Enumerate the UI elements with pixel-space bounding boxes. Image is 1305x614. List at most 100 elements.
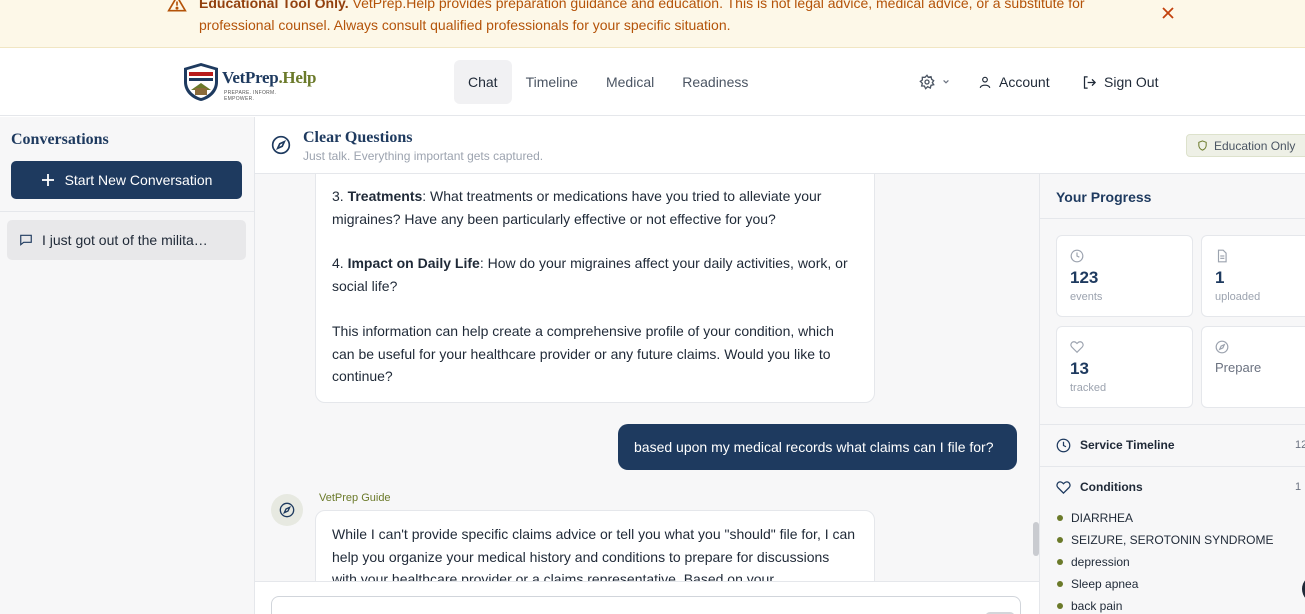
- stat-tracked-label: tracked: [1070, 382, 1107, 394]
- item3-number: 3.: [332, 188, 348, 204]
- service-timeline-count: 12: [1295, 439, 1305, 451]
- education-only-badge: Education Only: [1186, 134, 1305, 157]
- bullet-dot: [1057, 537, 1063, 543]
- condition-label: DIARRHEA: [1071, 511, 1134, 525]
- logout-icon: [1083, 75, 1097, 89]
- message-item-4: 4. Impact on Daily Life: How do your mig…: [332, 252, 858, 297]
- warning-triangle-icon: [167, 0, 187, 12]
- condition-item: SEIZURE, SEROTONIN SYNDROME: [1057, 529, 1273, 551]
- condition-item: back pain: [1057, 595, 1273, 614]
- logo-tagline: PREPARE. INFORM. EMPOWER.: [224, 90, 277, 102]
- disclaimer-bold: Educational Tool Only.: [199, 0, 349, 11]
- condition-label: back pain: [1071, 599, 1123, 613]
- disclaimer-banner: Educational Tool Only. VetPrep.Help prov…: [0, 0, 1305, 48]
- chat-header: Clear Questions Just talk. Everything im…: [255, 117, 1305, 174]
- shield-icon: [1198, 140, 1207, 151]
- conditions-label: Conditions: [1080, 480, 1143, 494]
- nav-medical[interactable]: Medical: [592, 60, 668, 104]
- service-timeline-section[interactable]: Service Timeline 12: [1040, 424, 1305, 466]
- condition-label: depression: [1071, 555, 1130, 569]
- account-link[interactable]: Account: [978, 72, 1050, 92]
- account-label: Account: [999, 74, 1050, 90]
- stat-events-value: 123: [1070, 268, 1099, 287]
- logo[interactable]: VetPrep.Help PREPARE. INFORM. EMPOWER.: [182, 60, 316, 104]
- plus-icon: [41, 174, 54, 186]
- disclaimer-text: Educational Tool Only. VetPrep.Help prov…: [199, 0, 1119, 36]
- progress-panel: Your Progress 123 events 1 uploaded 13 t…: [1039, 174, 1305, 614]
- item3-heading: Treatments: [347, 188, 423, 204]
- message-closing: This information can help create a compr…: [332, 322, 834, 385]
- stat-prepare-label: Prepare: [1215, 360, 1262, 375]
- guide-label: VetPrep Guide: [319, 492, 391, 504]
- stat-tracked[interactable]: 13 tracked: [1056, 326, 1193, 408]
- user-message: based upon my medical records what claim…: [618, 424, 1017, 470]
- compass-icon: [1215, 340, 1229, 354]
- clock-icon: [1056, 438, 1071, 452]
- nav-timeline[interactable]: Timeline: [512, 60, 592, 104]
- conditions-section[interactable]: Conditions 1: [1040, 466, 1305, 508]
- sign-out-label: Sign Out: [1104, 74, 1159, 90]
- assistant-message: While I can't provide specific claims ad…: [315, 510, 875, 581]
- progress-divider: [1040, 218, 1305, 219]
- guide-avatar: [271, 494, 303, 526]
- bullet-dot: [1057, 515, 1063, 521]
- conversation-item[interactable]: I just got out of the military and: [7, 220, 246, 260]
- education-only-label: Education Only: [1214, 138, 1296, 153]
- gear-icon: [919, 74, 935, 90]
- sidebar-title: Conversations: [11, 131, 109, 148]
- main-nav: Chat Timeline Medical Readiness: [454, 60, 762, 104]
- progress-title: Your Progress: [1056, 189, 1152, 205]
- settings-dropdown[interactable]: [919, 72, 957, 92]
- compass-icon: [271, 135, 291, 155]
- conversations-sidebar: Conversations Start New Conversation I j…: [0, 117, 255, 614]
- stat-prepare[interactable]: Prepare: [1201, 326, 1305, 408]
- bullet-dot: [1057, 603, 1063, 609]
- condition-label: Sleep apnea: [1071, 577, 1139, 591]
- document-icon: [1217, 249, 1227, 263]
- nav-readiness[interactable]: Readiness: [668, 60, 762, 104]
- close-icon[interactable]: [1160, 5, 1176, 21]
- nav-chat[interactable]: Chat: [454, 60, 512, 104]
- user-icon: [979, 76, 991, 89]
- service-timeline-label: Service Timeline: [1080, 438, 1175, 452]
- chat-title: Clear Questions: [303, 129, 413, 146]
- conditions-list: DIARRHEA SEIZURE, SEROTONIN SYNDROME dep…: [1057, 507, 1273, 614]
- logo-name-part2: .Help: [278, 68, 317, 87]
- composer: [255, 581, 1039, 614]
- message-list[interactable]: 3. Treatments: What treatments or medica…: [255, 174, 1039, 581]
- message-icon: [20, 234, 32, 246]
- stat-events-label: events: [1070, 291, 1103, 303]
- start-new-conversation-label: Start New Conversation: [64, 172, 213, 188]
- chat-subtitle: Just talk. Everything important gets cap…: [303, 149, 544, 163]
- logo-name: VetPrep.Help: [222, 68, 316, 88]
- bullet-dot: [1057, 581, 1063, 587]
- item4-number: 4.: [332, 255, 348, 272]
- clock-icon: [1070, 249, 1084, 263]
- chevron-down-icon: [943, 79, 949, 84]
- message-input[interactable]: [271, 596, 1021, 614]
- sidebar-divider: [0, 211, 254, 212]
- condition-label: SEIZURE, SEROTONIN SYNDROME: [1071, 533, 1274, 547]
- top-header: VetPrep.Help PREPARE. INFORM. EMPOWER. C…: [0, 48, 1305, 116]
- stat-uploaded[interactable]: 1 uploaded: [1201, 235, 1305, 317]
- conversation-title: I just got out of the military and: [42, 232, 212, 248]
- stat-uploaded-label: uploaded: [1215, 291, 1261, 303]
- condition-item: Sleep apnea: [1057, 573, 1273, 595]
- bullet-dot: [1057, 559, 1063, 565]
- heart-icon: [1056, 480, 1071, 494]
- conditions-count: 1: [1295, 481, 1302, 493]
- logo-seal-icon: [184, 63, 218, 101]
- compass-icon: [279, 502, 295, 518]
- start-new-conversation-button[interactable]: Start New Conversation: [11, 161, 242, 199]
- stat-events[interactable]: 123 events: [1056, 235, 1193, 317]
- message-item-3: 3. Treatments: What treatments or medica…: [332, 185, 858, 230]
- item4-heading: Impact on Daily Life: [347, 255, 480, 272]
- stat-uploaded-value: 1: [1215, 268, 1225, 287]
- sign-out-button[interactable]: Sign Out: [1082, 72, 1158, 92]
- logo-name-part1: VetPrep: [222, 68, 279, 87]
- assistant-message: 3. Treatments: What treatments or medica…: [315, 174, 875, 403]
- condition-item: DIARRHEA: [1057, 507, 1273, 529]
- condition-item: depression: [1057, 551, 1273, 573]
- stat-tracked-value: 13: [1070, 359, 1089, 378]
- heart-icon: [1070, 341, 1084, 354]
